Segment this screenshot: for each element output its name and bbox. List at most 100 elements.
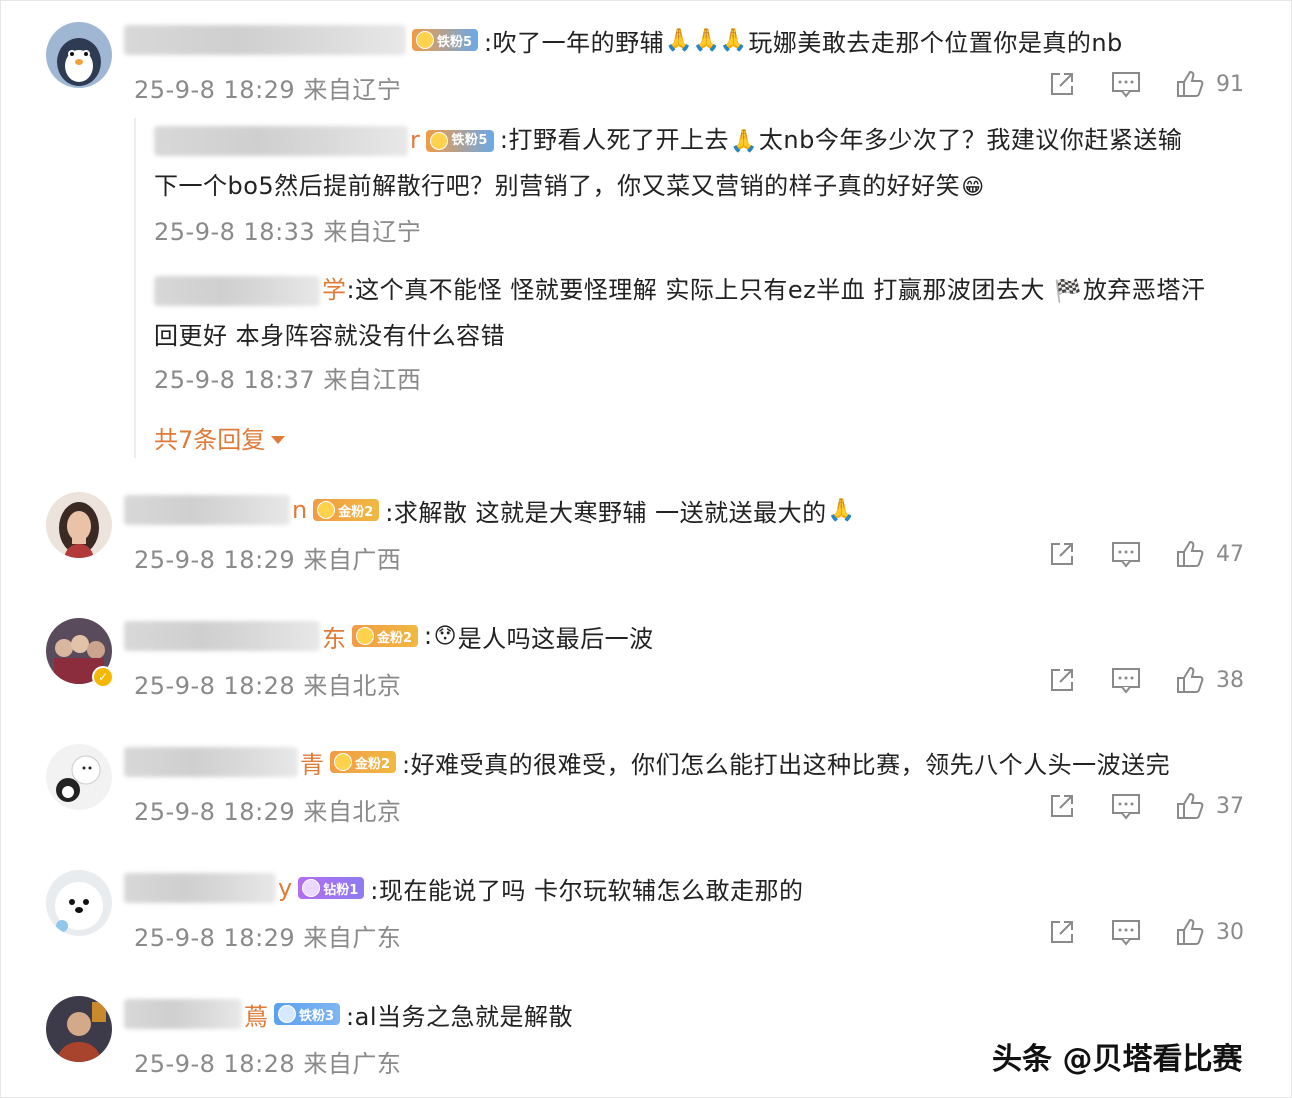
pray-hands-icon: 🙏🙏🙏	[665, 27, 748, 53]
reply-text-block: r 铁粉5:打野看人死了开上去🙏太nb今年多少次了？我建议你赶紧送输 下一个bo5…	[154, 118, 1254, 210]
share-icon[interactable]	[1046, 538, 1078, 570]
blurred-username[interactable]	[154, 276, 320, 306]
username-tail[interactable]: 蔦	[244, 997, 268, 1032]
share-icon[interactable]	[1046, 68, 1078, 100]
fan-badge: 钻粉1	[298, 877, 365, 899]
comment-line: 铁粉5 :吹了一年的野辅 🙏🙏🙏 玩娜美敢去走那个位置你是真的nb	[124, 20, 1123, 60]
diamond-icon	[278, 1005, 296, 1023]
comment-line: 蔦 铁粉3 :al当务之急就是解散	[124, 994, 573, 1034]
blurred-username[interactable]	[154, 126, 408, 156]
watermark: 头条 @贝塔看比赛	[992, 1042, 1243, 1077]
comment-line: n 金粉2 :求解散 这就是大寒野辅 一送就送最大的 🙏	[124, 490, 856, 530]
like-count: 91	[1216, 71, 1244, 97]
like-icon[interactable]	[1174, 916, 1206, 948]
share-icon[interactable]	[1046, 916, 1078, 948]
comment-text: :现在能说了吗 卡尔玩软辅怎么敢走那的	[370, 876, 804, 905]
comment-text: :好难受真的很难受，你们怎么能打出这种比赛，领先八个人头一波送完	[402, 750, 1171, 779]
reply-item: 学:这个真不能怪 怪就要怪理解 实际上只有ez半血 打赢那波团去大 🏁放弃恶塔汗…	[154, 268, 1254, 395]
woman-avatar[interactable]	[46, 492, 112, 558]
username-tail[interactable]: r	[410, 126, 420, 154]
username-tail[interactable]: 青	[300, 745, 324, 780]
crown-icon	[317, 501, 336, 519]
like-count: 38	[1216, 667, 1244, 693]
flag-emoji-icon: 🏁	[1053, 279, 1082, 304]
reply-text: 下一个bo5然后提前解散行吧？别营销了，你又菜又营销的样子真的好好笑	[154, 172, 961, 200]
comment-icon[interactable]	[1110, 68, 1142, 100]
fan-badge-label: 金粉2	[355, 756, 391, 772]
like-count: 30	[1216, 919, 1244, 945]
fan-badge: 铁粉5	[412, 29, 479, 51]
blurred-username[interactable]	[124, 25, 406, 55]
username-tail[interactable]: y	[278, 874, 292, 902]
fan-badge: 铁粉3	[274, 1003, 341, 1025]
reply-meta: 25-9-8 18:33 来自辽宁	[154, 218, 422, 246]
comment-actions: 37	[1046, 790, 1244, 822]
comment-actions: 38	[1046, 664, 1244, 696]
like-icon[interactable]	[1174, 790, 1206, 822]
pray-hands-icon: 🙏	[730, 129, 758, 154]
more-replies-link[interactable]: 共7条回复	[154, 420, 286, 455]
comment-text: 玩娜美敢去走那个位置你是真的nb	[748, 28, 1123, 57]
dog-avatar[interactable]	[46, 870, 112, 936]
reply-text: 回更好 本身阵容就没有什么容错	[154, 322, 506, 350]
blurred-username[interactable]	[124, 873, 276, 903]
fan-badge: 金粉2	[313, 499, 380, 521]
comment-text: :al当务之急就是解散	[346, 1002, 574, 1031]
blurred-username[interactable]	[124, 621, 320, 651]
comment-colon: :	[424, 622, 433, 650]
username-tail[interactable]: 学	[322, 276, 347, 304]
comment-actions: 91	[1046, 68, 1244, 100]
username-tail[interactable]: n	[292, 496, 307, 524]
like-icon[interactable]	[1174, 68, 1206, 100]
fan-badge: 铁粉5	[426, 130, 494, 152]
comment-icon[interactable]	[1110, 790, 1142, 822]
blurred-username[interactable]	[124, 495, 290, 525]
like-count: 47	[1216, 541, 1244, 567]
comment-text: :吹了一年的野辅	[484, 28, 665, 57]
caret-down-icon	[271, 435, 286, 444]
pray-hands-icon: 🙏	[827, 497, 856, 523]
like-icon[interactable]	[1174, 538, 1206, 570]
portrait-avatar[interactable]	[46, 996, 112, 1062]
comment-meta: 25-9-8 18:29 来自广东	[134, 924, 402, 952]
crown-icon	[416, 31, 434, 49]
comment-icon[interactable]	[1110, 538, 1142, 570]
crown-icon	[430, 132, 449, 150]
blurred-username[interactable]	[124, 999, 242, 1029]
crown-icon	[356, 627, 374, 645]
reply-text: 放弃恶塔汗	[1082, 276, 1206, 304]
like-count: 37	[1216, 793, 1244, 819]
fan-badge-label: 铁粉5	[451, 133, 488, 148]
reply-text: 太nb今年多少次了？我建议你赶紧送输	[758, 126, 1183, 154]
comment-meta: 25-9-8 18:29 来自广西	[134, 546, 402, 574]
more-replies-label[interactable]: 共7条回复	[154, 420, 265, 455]
comment-text: :求解散 这就是大寒野辅 一送就送最大的	[385, 498, 827, 527]
comment-text: 是人吗这最后一波	[457, 624, 654, 653]
surprised-emoji-icon: 😯	[433, 623, 457, 649]
fan-badge-label: 铁粉3	[299, 1008, 335, 1024]
diamond-icon	[302, 879, 321, 897]
comment-icon[interactable]	[1110, 664, 1142, 696]
fan-badge-label: 金粉2	[377, 630, 413, 646]
blurred-username[interactable]	[124, 747, 298, 777]
comment-meta: 25-9-8 18:29 来自辽宁	[134, 76, 402, 104]
comment-meta: 25-9-8 18:29 来自北京	[134, 798, 402, 826]
reply-text-block: 学:这个真不能怪 怪就要怪理解 实际上只有ez半血 打赢那波团去大 🏁放弃恶塔汗…	[154, 268, 1254, 358]
comment-actions: 47	[1046, 538, 1244, 570]
grin-emoji-icon: 😁	[961, 175, 985, 200]
bear-avatar[interactable]	[46, 744, 112, 810]
share-icon[interactable]	[1046, 790, 1078, 822]
fan-badge: 金粉2	[330, 751, 397, 773]
reply-thread: r 铁粉5:打野看人死了开上去🙏太nb今年多少次了？我建议你赶紧送输 下一个bo5…	[134, 118, 1256, 458]
penguin-avatar[interactable]	[46, 22, 112, 88]
comment-actions: 30	[1046, 916, 1244, 948]
fan-badge-label: 钻粉1	[323, 882, 359, 898]
comment-icon[interactable]	[1110, 916, 1142, 948]
comment-meta: 25-9-8 18:28 来自北京	[134, 672, 402, 700]
like-icon[interactable]	[1174, 664, 1206, 696]
reply-meta: 25-9-8 18:37 来自江西	[154, 366, 422, 394]
comment-line: 东 金粉2 : 😯 是人吗这最后一波	[124, 616, 654, 656]
username-tail[interactable]: 东	[322, 619, 346, 654]
share-icon[interactable]	[1046, 664, 1078, 696]
fan-badge-label: 金粉2	[338, 504, 374, 520]
